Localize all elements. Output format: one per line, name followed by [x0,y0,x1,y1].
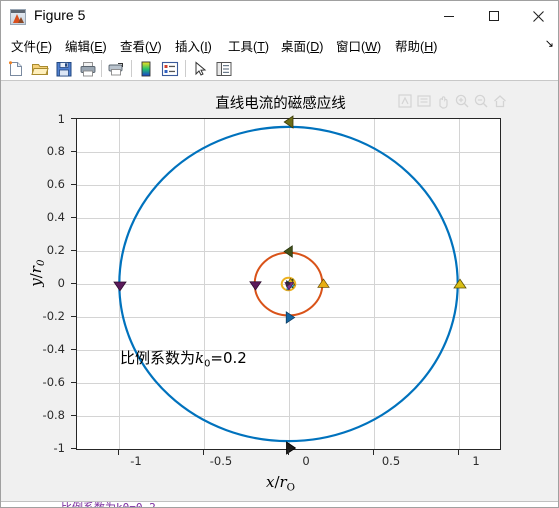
magnifier-plus-icon[interactable] [454,93,470,109]
close-icon [532,10,544,22]
xtick-m1: -1 [130,454,142,468]
ytick-0p8: 0.8 [46,144,65,158]
ytick-m0p8: -0.8 [42,408,65,422]
minimize-icon [443,16,454,17]
open-file-button[interactable] [29,58,51,79]
menu-item-view[interactable]: 查看(V) [118,35,164,56]
menu-item-edit[interactable]: 编辑(E) [63,35,109,56]
ytick-0p6: 0.6 [46,177,65,191]
colorbar-button[interactable] [135,58,157,79]
plot-browser-button[interactable] [213,58,235,79]
new-figure-button[interactable] [5,58,27,79]
menu-overflow-chevron-icon[interactable]: ↘ [545,37,554,50]
annotation-symbol: k [195,349,205,367]
marker-middle-top-left-triangle [283,245,293,258]
magnifier-minus-icon[interactable] [473,93,489,109]
marker-outer-bottom-right-triangle [286,441,297,455]
menu-item-insert[interactable]: 插入(I) [173,35,214,56]
xtick-0p5: 0.5 [381,454,401,468]
menu-item-window[interactable]: 窗口(W) [334,35,383,56]
ytick-1: 1 [57,112,65,126]
plot-browser-icon [216,61,232,76]
arrow-pointer-icon [195,60,207,76]
menu-bar: 文件(F) 编辑(E) 查看(V) 插入(I) 工具(T) 桌面(D) 窗口(W… [1,32,558,56]
ytick-0p4: 0.4 [46,210,65,224]
menu-item-desktop[interactable]: 桌面(D) [279,35,325,56]
marker-middle-left-down-triangle [249,281,262,291]
printer-icon [80,61,96,76]
matlab-figure-icon [10,9,26,25]
maximize-button[interactable] [471,1,516,31]
floppy-save-icon [56,61,72,76]
open-folder-icon [31,63,49,75]
close-button[interactable] [516,1,558,31]
marker-outer-top-left-triangle [283,115,294,129]
xtick-1: 1 [472,454,480,468]
export-icon[interactable] [397,93,413,109]
colorbar-icon [141,61,151,76]
axes-interaction-toolbar[interactable] [397,93,508,109]
legend-icon [161,61,179,76]
edit-plot-button[interactable] [189,58,211,79]
xtick-0: 0 [302,454,310,468]
annotation-value: =0.2 [210,349,247,367]
save-figure-button[interactable] [53,58,75,79]
marker-middle-bottom-right-triangle [285,311,296,324]
ytick-m1: -1 [53,441,65,455]
maximize-icon [488,11,499,21]
print-figure-button[interactable] [77,58,99,79]
plot-area[interactable]: 比例系数为k0=0.2 [76,115,501,455]
legend-button[interactable] [159,58,181,79]
new-document-icon [9,60,22,76]
ytick-m0p6: -0.6 [42,375,65,389]
title-bar: Figure 5 [1,1,558,32]
minimize-button[interactable] [426,1,471,31]
annotation-prefix: 比例系数为 [120,349,196,367]
marker-inner-cluster [284,277,296,291]
pan-hand-icon[interactable] [435,93,451,109]
marker-middle-right-up-triangle [317,278,330,288]
datatip-icon[interactable] [416,93,432,109]
matlab-figure-window: Figure 5 文件(F) 编辑(E) 查看(V) 插入(I) 工具(T) 桌… [0,0,559,508]
xtick-m0p5: -0.5 [209,454,233,468]
home-icon[interactable] [492,93,508,109]
ytick-m0p4: -0.4 [42,342,65,356]
marker-outer-right-up-triangle [453,278,467,289]
print-preview-button[interactable] [105,58,127,79]
clipped-command-text: 比例系数为k0=0.2 [61,501,156,508]
x-axis-label: x/rO [265,473,296,494]
menu-item-file[interactable]: 文件(F) [9,35,54,56]
y-axis-label: y/r0 [26,259,48,287]
menu-item-tools[interactable]: 工具(T) [226,35,271,56]
window-title: Figure 5 [34,7,86,23]
print-preview-icon [108,62,123,75]
chart-annotation: 比例系数为k0=0.2 [120,347,247,369]
marker-outer-left-down-triangle [113,281,127,292]
menu-item-help[interactable]: 帮助(H) [393,35,439,56]
figure-toolbar [1,55,558,81]
figure-canvas: 直线电流的磁感应线 1 0.8 0.6 0.4 0.2 0 -0.2 -0.4 … [1,81,558,501]
clipped-command-strip: 比例系数为k0=0.2 [1,501,558,508]
